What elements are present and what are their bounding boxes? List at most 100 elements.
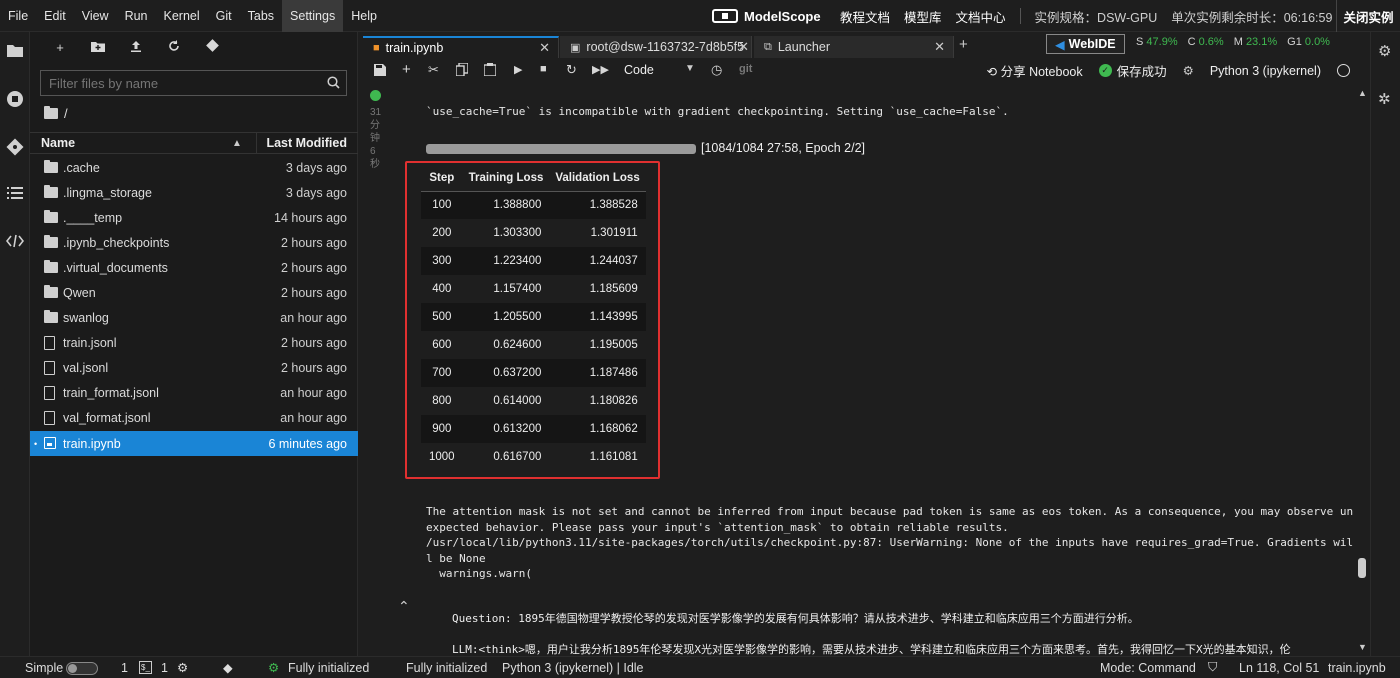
collapse-up-icon[interactable]: ⌃ [398,598,410,615]
running-icon[interactable] [5,90,25,110]
save-icon[interactable] [374,64,386,79]
save-status: ✓ 保存成功 [1098,61,1167,80]
run-icon[interactable]: ▶ [514,63,522,76]
menu-settings[interactable]: Settings [282,0,344,32]
list-item[interactable]: val.jsonl 2 hours ago [30,356,358,381]
list-item[interactable]: train_format.jsonl an hour ago [30,381,358,406]
menu-help[interactable]: Help [343,0,385,32]
status-bar: Simple 1 $_ 1 ⚙ ◆ ⚙ Fully initialized Fu… [0,656,1400,678]
folder-icon[interactable] [44,106,58,121]
breadcrumb-path[interactable]: / [64,106,68,121]
terminal-icon[interactable]: $_ [139,661,152,674]
list-item[interactable]: .cache 3 days ago [30,155,358,180]
tab-label: root@dsw-1163732-7d8b5f5 [586,40,745,54]
git-icon[interactable]: ◆ [223,660,233,675]
copy-icon[interactable] [455,62,469,79]
kernel-status[interactable]: Python 3 (ipykernel) | Idle [502,661,644,675]
property-inspector-gear-icon[interactable]: ⚙ [1378,42,1391,60]
tab-bar: ■ train.ipynb ✕ ▣ root@dsw-1163732-7d8b5… [358,32,1370,58]
list-item[interactable]: val_format.jsonl an hour ago [30,406,358,431]
shield-icon[interactable]: ⛉ [1208,660,1217,675]
list-item[interactable]: .ipynb_checkpoints 2 hours ago [30,230,358,255]
tab-terminal[interactable]: ▣ root@dsw-1163732-7d8b5f5 ✕ [560,36,752,58]
divider [1019,8,1021,24]
filter-files-input[interactable] [40,70,347,96]
top-links: 教程文档 模型库 文档中心 实例规格：DSW-GPU 单次实例剩余时长：06:1… [840,0,1332,32]
kernel-icon[interactable]: ⚙ [177,660,188,675]
sort-ascending-icon[interactable]: ▲ [232,138,242,149]
kernel-count[interactable]: 1 [161,661,168,675]
stderr-line: l be None [426,551,486,565]
column-divider[interactable] [256,133,257,153]
column-last-modified[interactable]: Last Modified [266,136,347,150]
cell-training-loss: 0.637200 [462,359,550,387]
cell-type-select[interactable]: Code [624,63,654,77]
notebook-icon [44,436,58,451]
git-clone-icon[interactable] [204,39,220,55]
kernel-name[interactable]: Python 3 (ipykernel) [1210,64,1321,78]
folder-icon[interactable] [5,42,25,62]
link-docs[interactable]: 文档中心 [956,7,1006,26]
kernel-gear-icon[interactable]: ⚙ [1183,63,1194,78]
share-notebook-button[interactable]: ⟲ 分享 Notebook [987,61,1083,80]
upload-icon[interactable] [128,40,144,55]
list-item[interactable]: Qwen 2 hours ago [30,280,358,305]
close-icon[interactable]: ✕ [934,39,945,55]
list-item[interactable]: train.jsonl 2 hours ago [30,331,358,356]
notebook-scrollbar[interactable]: ▲ ▼ [1354,84,1370,656]
notebook-mode[interactable]: Mode: Command [1100,661,1196,675]
table-row: 200 1.303300 1.301911 [421,219,646,247]
menu-run[interactable]: Run [117,0,156,32]
link-tutorials[interactable]: 教程文档 [840,7,890,26]
plus-icon[interactable]: + [52,40,68,55]
close-icon[interactable]: ✕ [738,39,749,55]
menu-tabs[interactable]: Tabs [240,0,282,32]
list-item[interactable]: swanlog an hour ago [30,306,358,331]
terminal-count[interactable]: 1 [121,661,128,675]
cut-icon[interactable]: ✂ [428,62,439,78]
restart-icon[interactable]: ↻ [566,62,577,78]
share-icon: ⟲ [986,65,998,79]
fast-forward-icon[interactable]: ▶▶ [592,63,609,76]
menu-git[interactable]: Git [208,0,240,32]
simple-mode-toggle[interactable] [66,662,98,675]
list-item[interactable]: .____temp 14 hours ago [30,205,358,230]
git-icon[interactable] [5,138,25,158]
scroll-down-arrow-icon[interactable]: ▼ [1358,642,1367,652]
webide-button[interactable]: ◀ WebIDE [1046,34,1125,54]
refresh-icon[interactable] [166,39,182,55]
link-model-hub[interactable]: 模型库 [904,7,942,26]
tab-launcher[interactable]: ⧉ Launcher ✕ [754,36,954,58]
close-icon[interactable]: ✕ [539,40,550,56]
code-icon[interactable] [5,234,25,254]
new-tab-plus-icon[interactable]: + [959,36,968,53]
list-item[interactable]: .lingma_storage 3 days ago [30,180,358,205]
add-cell-icon[interactable]: + [402,61,411,78]
toc-icon[interactable] [5,186,25,206]
scroll-thumb[interactable] [1358,558,1366,578]
cursor-position[interactable]: Ln 118, Col 51 [1239,661,1319,675]
folder-icon [44,184,58,200]
cell-step: 800 [432,395,452,407]
scroll-up-arrow-icon[interactable]: ▲ [1358,88,1367,98]
chevron-down-icon[interactable]: ▼ [685,63,695,74]
modelscope-logo[interactable]: ModelScope [712,0,821,32]
git-status[interactable]: Fully initialized [288,661,369,675]
stop-icon[interactable]: ■ [540,63,547,75]
column-name[interactable]: Name [41,136,75,150]
paste-icon[interactable] [483,63,497,79]
menu-file[interactable]: File [0,0,36,32]
search-icon[interactable] [327,76,340,92]
lsp-status[interactable]: Fully initialized [406,661,487,675]
menu-kernel[interactable]: Kernel [156,0,208,32]
cell-training-loss: 1.388800 [462,191,550,219]
menu-edit[interactable]: Edit [36,0,74,32]
tab-train-ipynb[interactable]: ■ train.ipynb ✕ [363,36,559,58]
list-item[interactable]: • train.ipynb 6 minutes ago [30,431,358,457]
menu-view[interactable]: View [74,0,117,32]
clock-icon[interactable]: ◷ [711,62,722,78]
list-item[interactable]: .virtual_documents 2 hours ago [30,255,358,280]
debugger-icon[interactable]: ✲ [1378,90,1391,108]
new-folder-icon[interactable] [90,40,106,55]
close-instance-button[interactable]: 关闭实例 [1336,0,1400,32]
